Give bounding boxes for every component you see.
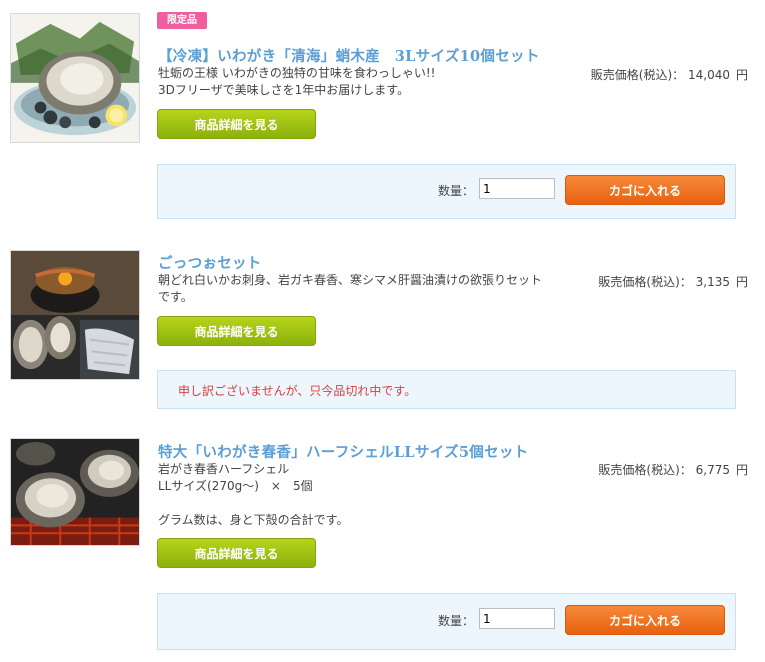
quantity-input[interactable] xyxy=(479,178,555,199)
quantity-input[interactable] xyxy=(479,608,555,629)
description-line: 朝どれ白いかお刺身、岩ガキ春香、寒シマメ肝醤油漬けの欲張りセット xyxy=(158,273,543,287)
view-details-button[interactable]: 商品詳細を見る xyxy=(157,109,316,139)
price-label: 販売価格(税込)： xyxy=(598,463,692,477)
description-line: 3Dフリーザで美味しさを1年中お届けします。 xyxy=(158,83,410,97)
view-details-button[interactable]: 商品詳細を見る xyxy=(157,538,316,568)
description-line xyxy=(158,495,578,512)
oyster-platter-image xyxy=(11,14,139,142)
add-to-cart-button[interactable]: カゴに入れる xyxy=(565,605,725,635)
view-details-button[interactable]: 商品詳細を見る xyxy=(157,316,316,346)
product-title[interactable]: 特大「いわがき春香」ハーフシェルLLサイズ5個セット xyxy=(158,441,528,462)
description-line: グラム数は、身と下殻の合計です。 xyxy=(158,513,349,527)
seafood-set-image xyxy=(11,251,139,379)
price-label: 販売価格(税込)： xyxy=(598,275,692,289)
product-price: 販売価格(税込)： 6,775 円 xyxy=(598,461,748,478)
cart-box: 数量： カゴに入れる xyxy=(157,593,736,650)
add-to-cart-button[interactable]: カゴに入れる xyxy=(565,175,725,205)
product-title[interactable]: ごっつぉセット xyxy=(158,252,262,273)
description-line: 牡蛎の王様 いわがきの独特の甘味を食わっしゃい!! xyxy=(158,66,436,80)
cart-box: 数量： カゴに入れる xyxy=(157,164,736,219)
limited-badge: 限定品 xyxy=(157,12,207,29)
price-value: 6,775 xyxy=(695,463,730,477)
product-image[interactable] xyxy=(10,438,140,546)
price-value: 14,040 xyxy=(687,68,730,82)
quantity-label: 数量： xyxy=(438,614,475,628)
price-label: 販売価格(税込)： xyxy=(590,68,685,82)
product-price: 販売価格(税込)： 14,040 円 xyxy=(591,66,748,83)
product-title[interactable]: 【冷凍】いわがき「清海」蛸木産 3Lサイズ10個セット xyxy=(158,45,540,66)
price-currency: 円 xyxy=(735,275,748,289)
product-description: 岩がき春香ハーフシェル LLサイズ(270g～) × 5個 グラム数は、身と下殻… xyxy=(158,461,578,529)
soldout-message: 申し訳ございませんが、只今品切れ中です。 xyxy=(178,384,417,398)
product-image[interactable] xyxy=(10,250,140,380)
description-line: 岩がき春香ハーフシェル xyxy=(158,462,290,476)
description-line: です。 xyxy=(158,290,193,304)
price-currency: 円 xyxy=(735,463,748,477)
grilled-oyster-image xyxy=(11,439,139,545)
price-currency: 円 xyxy=(735,68,748,82)
product-image[interactable] xyxy=(10,13,140,143)
soldout-box: 申し訳ございませんが、只今品切れ中です。 xyxy=(157,370,736,409)
product-description: 朝どれ白いかお刺身、岩ガキ春香、寒シマメ肝醤油漬けの欲張りセット です。 xyxy=(158,272,578,306)
product-price: 販売価格(税込)： 3,135 円 xyxy=(598,273,748,290)
quantity-label: 数量： xyxy=(438,184,475,198)
product-description: 牡蛎の王様 いわがきの独特の甘味を食わっしゃい!! 3Dフリーザで美味しさを1年… xyxy=(158,65,578,99)
description-line: LLサイズ(270g～) × 5個 xyxy=(158,479,313,493)
price-value: 3,135 xyxy=(695,275,730,289)
